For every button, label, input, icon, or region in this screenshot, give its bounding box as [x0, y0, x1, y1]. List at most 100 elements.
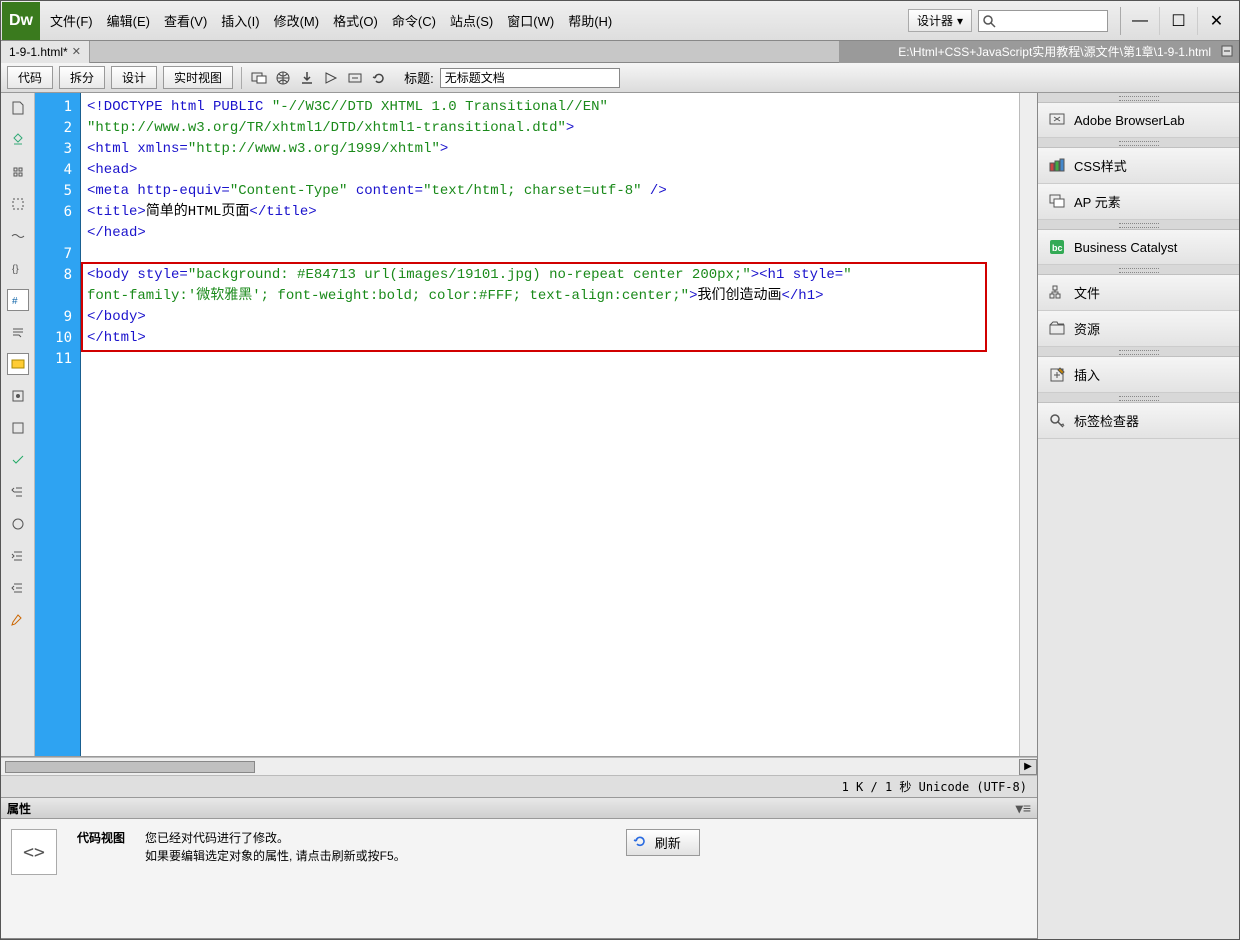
balance-braces-icon[interactable] [7, 225, 29, 247]
workspace-switcher[interactable]: 设计器 ▾ [908, 9, 972, 32]
line-number: 8 [35, 265, 72, 286]
indent-icon[interactable] [7, 545, 29, 567]
status-bar: 1 K / 1 秒 Unicode (UTF-8) [1, 775, 1037, 797]
panel-browserlab[interactable]: Adobe BrowserLab [1038, 103, 1239, 138]
view-split-button[interactable]: 拆分 [59, 66, 105, 89]
properties-title: 属性 [7, 800, 31, 817]
tab-label: 1-9-1.html* [9, 45, 68, 59]
menu-insert[interactable]: 插入(I) [221, 11, 259, 30]
search-field[interactable] [978, 10, 1108, 32]
menu-site[interactable]: 站点(S) [450, 11, 493, 30]
expand-all-icon[interactable] [7, 161, 29, 183]
panel-ap-elements[interactable]: AP 元素 [1038, 184, 1239, 220]
recent-icon[interactable] [7, 449, 29, 471]
gutter-fill [35, 374, 81, 756]
comment-icon[interactable] [7, 609, 29, 631]
panel-assets[interactable]: 资源 [1038, 311, 1239, 347]
panel-menu-icon[interactable]: ▾≡ [1016, 800, 1031, 817]
menu-view[interactable]: 查看(V) [164, 11, 207, 30]
auto-indent-icon[interactable] [7, 385, 29, 407]
svg-text:#: # [12, 296, 18, 307]
menu-help[interactable]: 帮助(H) [568, 11, 612, 30]
menu-format[interactable]: 格式(O) [333, 11, 378, 30]
panel-grip[interactable] [1038, 393, 1239, 403]
document-tab[interactable]: 1-9-1.html* ✕ [1, 41, 90, 63]
multiscreen-icon[interactable] [250, 69, 268, 87]
line-number: 7 [35, 244, 72, 265]
prop-msg-2: 如果要编辑选定对象的属性, 请点击刷新或按F5。 [145, 847, 406, 865]
panel-label: 标签检查器 [1074, 411, 1139, 430]
panel-css[interactable]: CSS样式 [1038, 148, 1239, 184]
panel-grip[interactable] [1038, 220, 1239, 230]
scrollbar-thumb[interactable] [5, 761, 255, 773]
menu-file[interactable]: 文件(F) [50, 11, 93, 30]
code-vertical-toolbar: {} # [1, 93, 35, 756]
panel-grip[interactable] [1038, 265, 1239, 275]
menu-window[interactable]: 窗口(W) [507, 11, 554, 30]
move-up-icon[interactable] [7, 481, 29, 503]
view-live-button[interactable]: 实时视图 [163, 66, 233, 89]
panel-grip[interactable] [1038, 138, 1239, 148]
editor-column: {} # 1 2 3 [1, 93, 1037, 939]
highlight-invalid-icon[interactable]: # [7, 289, 29, 311]
main-area: {} # 1 2 3 [1, 93, 1239, 939]
panel-insert[interactable]: 插入 [1038, 357, 1239, 393]
line-number: 11 [35, 349, 72, 370]
panel-tag-inspector[interactable]: 标签检查器 [1038, 403, 1239, 439]
panel-grip[interactable] [1038, 347, 1239, 357]
menu-edit[interactable]: 编辑(E) [107, 11, 150, 30]
properties-panel: <> 代码视图 您已经对代码进行了修改。 如果要编辑选定对象的属性, 请点击刷新… [1, 819, 1037, 939]
close-button[interactable]: ✕ [1197, 7, 1235, 35]
view-code-button[interactable]: 代码 [7, 66, 53, 89]
globe-icon[interactable] [274, 69, 292, 87]
menu-modify[interactable]: 修改(M) [274, 11, 320, 30]
outdent-icon[interactable] [7, 577, 29, 599]
refresh-icon[interactable] [370, 69, 388, 87]
select-parent-icon[interactable] [7, 193, 29, 215]
panel-grip[interactable] [1038, 93, 1239, 103]
code-view-icon: <> [11, 829, 57, 875]
refresh-button[interactable]: 刷新 [626, 829, 700, 856]
line-number: 1 [35, 97, 72, 118]
panel-files[interactable]: 文件 [1038, 275, 1239, 311]
code-editor[interactable]: <!DOCTYPE html PUBLIC "-//W3C//DTD XHTML… [81, 93, 1019, 756]
open-documents-icon[interactable] [7, 97, 29, 119]
app-window: Dw 文件(F) 编辑(E) 查看(V) 插入(I) 修改(M) 格式(O) 命… [0, 0, 1240, 940]
chevron-down-icon: ▾ [957, 14, 963, 28]
path-dropdown-icon[interactable] [1221, 45, 1233, 57]
line-number: 9 [35, 307, 72, 328]
line-gutter: 1 2 3 4 5 6 7 8 9 10 11 [35, 93, 81, 374]
titlebar: Dw 文件(F) 编辑(E) 查看(V) 插入(I) 修改(M) 格式(O) 命… [1, 1, 1239, 41]
panel-label: CSS样式 [1074, 156, 1127, 175]
maximize-button[interactable]: ☐ [1159, 7, 1197, 35]
insert-icon [1048, 366, 1066, 384]
minimize-button[interactable]: — [1121, 7, 1159, 35]
syntax-coloring-icon[interactable] [7, 353, 29, 375]
word-wrap-icon[interactable] [7, 321, 29, 343]
browserlab-icon [1048, 111, 1066, 129]
line-number: 4 [35, 160, 72, 181]
close-tab-icon[interactable]: ✕ [72, 45, 81, 58]
horizontal-scrollbar[interactable]: ▶ [1, 757, 1037, 775]
line-number [35, 286, 72, 307]
document-title-input[interactable] [440, 68, 620, 88]
preview-icon[interactable] [322, 69, 340, 87]
options-icon[interactable] [346, 69, 364, 87]
vertical-scrollbar[interactable] [1019, 93, 1037, 756]
properties-panel-header[interactable]: 属性 ▾≡ [1, 797, 1037, 819]
line-numbers-icon[interactable]: {} [7, 257, 29, 279]
ap-icon [1048, 193, 1066, 211]
line-number: 10 [35, 328, 72, 349]
panel-label: 资源 [1074, 319, 1100, 338]
panel-business-catalyst[interactable]: bc Business Catalyst [1038, 230, 1239, 265]
menu-command[interactable]: 命令(C) [392, 11, 436, 30]
workspace-label: 设计器 [917, 12, 953, 29]
collapse-icon[interactable] [7, 129, 29, 151]
view-design-button[interactable]: 设计 [111, 66, 157, 89]
scroll-right-icon[interactable]: ▶ [1019, 759, 1037, 775]
document-toolbar: 代码 拆分 设计 实时视图 标题: [1, 63, 1239, 93]
download-icon[interactable] [298, 69, 316, 87]
format-icon[interactable] [7, 513, 29, 535]
refresh-label: 刷新 [655, 836, 681, 851]
snippets-icon[interactable] [7, 417, 29, 439]
